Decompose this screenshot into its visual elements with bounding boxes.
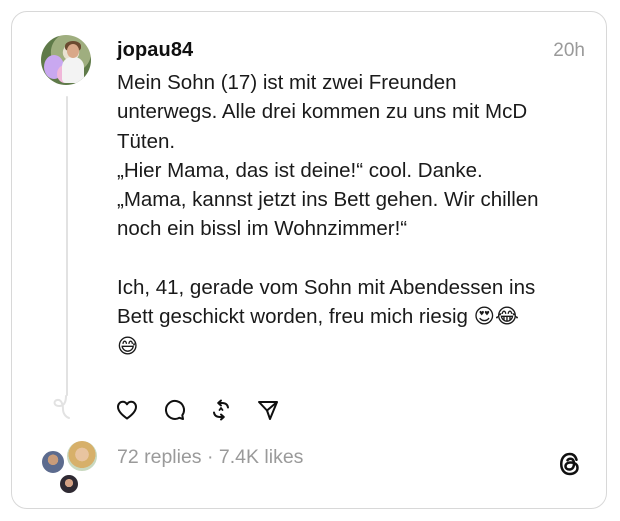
post-line: noch ein bissl im Wohnzimmer!“ [117, 217, 408, 241]
post-line: Tüten. [117, 129, 176, 153]
post-stats[interactable]: 72 replies · 7.4K likes [117, 446, 303, 469]
send-icon [258, 401, 278, 420]
reply-button[interactable] [162, 398, 186, 422]
post-time: 20h [553, 40, 585, 61]
post-line: „Hier Mama, das ist deine!“ cool. Danke. [117, 158, 483, 182]
post-text: Mein Sohn (17) ist mit zwei Freunden unt… [117, 68, 587, 361]
replier-avatar[interactable] [58, 473, 80, 495]
like-button[interactable] [115, 398, 139, 422]
repost-icon [213, 399, 229, 421]
post-line: 😅 [117, 334, 139, 358]
thread-line [66, 96, 68, 396]
post-line: Mein Sohn (17) ist mit zwei Freunden [117, 71, 457, 94]
user-avatar[interactable] [41, 35, 91, 85]
username[interactable]: jopau84 [117, 39, 193, 62]
share-button[interactable] [256, 398, 280, 422]
replier-avatar[interactable] [65, 439, 99, 473]
post-line: Ich, 41, gerade vom Sohn mit Abendessen … [117, 276, 536, 300]
heart-icon [117, 400, 137, 420]
post-line: Bett geschickt worden, freu mich riesig … [117, 305, 519, 329]
post-line [117, 244, 587, 273]
threads-logo-icon[interactable] [555, 449, 585, 479]
comment-icon [164, 399, 185, 420]
repost-button[interactable] [209, 398, 233, 422]
replier-avatar[interactable] [40, 449, 66, 475]
post-actions [115, 398, 303, 424]
post-line: „Mama, kannst jetzt ins Bett gehen. Wir … [117, 188, 539, 212]
post-line: unterwegs. Alle drei kommen zu uns mit M… [117, 100, 528, 124]
thread-loop-icon [53, 395, 70, 419]
